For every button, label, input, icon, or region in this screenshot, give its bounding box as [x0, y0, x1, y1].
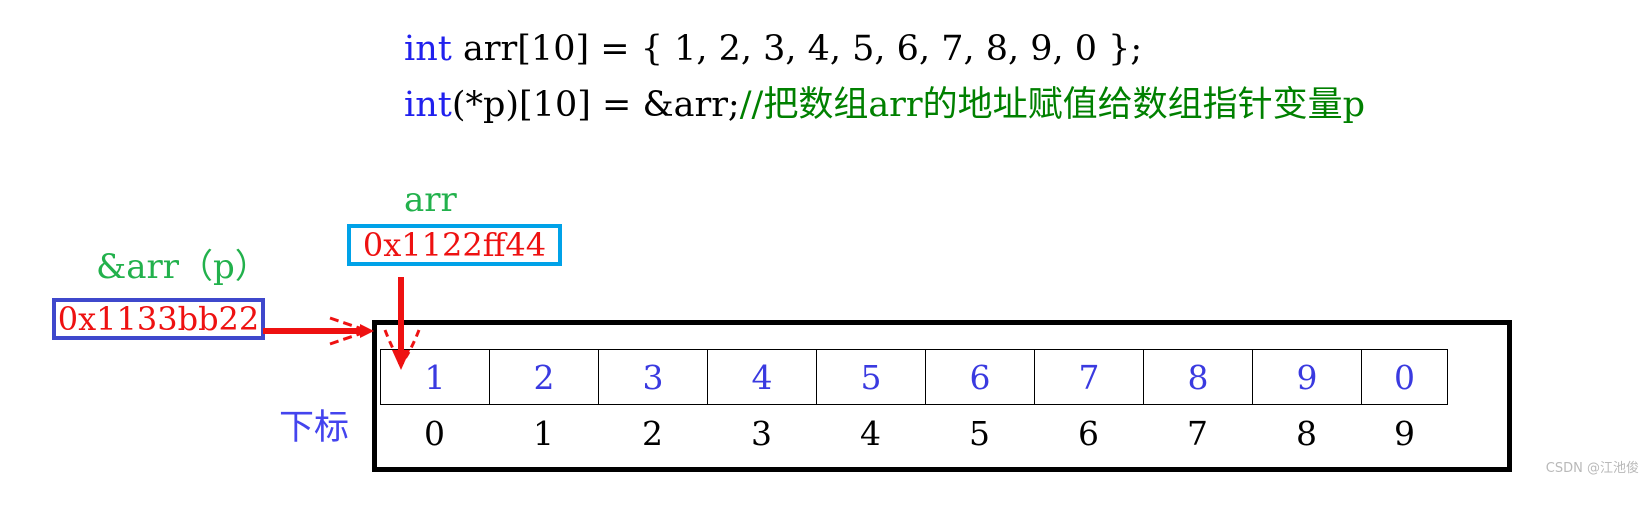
array-index: 1: [533, 413, 554, 453]
array-cell: 6: [925, 349, 1034, 405]
array-index: 4: [860, 413, 881, 453]
array-cell: 8: [1143, 349, 1252, 405]
arr-label: arr: [404, 180, 457, 220]
array-cell: 7: [1034, 349, 1143, 405]
array-index-row: 0 1 2 3 4 5 6 7 8 9: [380, 410, 1448, 456]
array-cell: 3: [598, 349, 707, 405]
array-index: 5: [969, 413, 990, 453]
index-row-label: 下标: [279, 408, 350, 448]
array-index: 7: [1187, 413, 1208, 453]
array-cell: 4: [707, 349, 816, 405]
watermark: CSDN @江池俊: [1545, 461, 1639, 476]
array-index: 0: [424, 413, 445, 453]
arr-address-box: 0x1122ff44: [347, 224, 562, 266]
array-value-row: 1 2 3 4 5 6 7 8 9 0: [380, 349, 1448, 405]
array-cell: 1: [380, 349, 489, 405]
array-index: 3: [751, 413, 772, 453]
array-cell: 9: [1252, 349, 1361, 405]
pointer-address-box: 0x1133bb22: [52, 298, 265, 340]
array-index: 6: [1078, 413, 1099, 453]
array-cell: 2: [489, 349, 598, 405]
code-comment: //把数组arr的地址赋值给数组指针变量p: [739, 85, 1366, 125]
arr-pointer-label: &arr（p）: [96, 247, 269, 287]
code-keyword-int: int: [404, 29, 452, 69]
code-text-array-init: arr[10] = { 1, 2, 3, 4, 5, 6, 7, 8, 9, 0…: [451, 29, 1143, 69]
code-text-pointer-decl: (*p)[10] = &arr;: [451, 85, 740, 125]
array-index: 9: [1394, 413, 1415, 453]
array-index: 8: [1296, 413, 1317, 453]
diagram-canvas: int arr[10] = { 1, 2, 3, 4, 5, 6, 7, 8, …: [0, 0, 1647, 506]
array-cell: 5: [816, 349, 925, 405]
array-index: 2: [642, 413, 663, 453]
code-line-declaration: int arr[10] = { 1, 2, 3, 4, 5, 6, 7, 8, …: [404, 32, 1142, 67]
pointer-to-array-arrow: [263, 316, 374, 346]
code-keyword-int: int: [404, 85, 452, 125]
array-cell: 0: [1361, 349, 1448, 405]
code-line-pointer: int(*p)[10] = &arr;//把数组arr的地址赋值给数组指针变量p: [404, 88, 1365, 123]
